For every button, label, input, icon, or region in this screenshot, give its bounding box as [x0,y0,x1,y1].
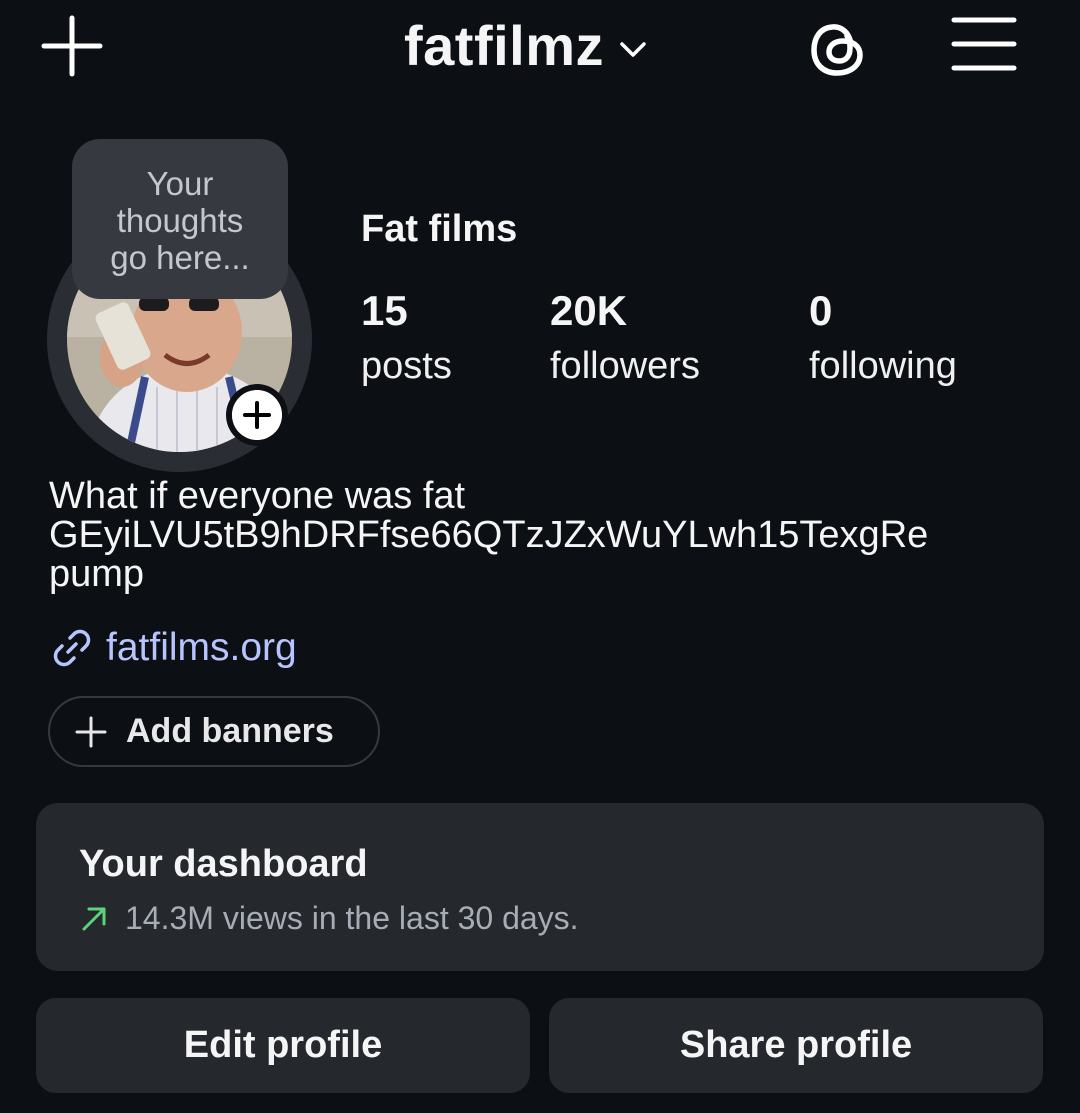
stat-value: 20K [550,287,628,334]
top-bar: fatfilmz [0,0,1080,100]
website-link-text: fatfilms.org [106,626,297,669]
bio-line: GEyiLVU5tB9hDRFfse66QTzJZxWuYLwh15TexgRe [49,514,929,556]
note-bubble[interactable]: Your thoughts go here... [72,139,288,299]
bio: What if everyone was fat GEyiLVU5tB9hDRF… [49,477,928,594]
stat-value: 15 [361,287,408,334]
note-text: Your [146,165,214,202]
display-name: Fat films [361,208,518,250]
dashboard-card[interactable]: Your dashboard 14.3M views in the last 3… [36,803,1044,971]
add-story-button[interactable] [226,384,288,446]
plus-icon [232,390,282,440]
chevron-down-icon [620,42,646,57]
stat-label: following [809,345,957,387]
note-text: go here... [110,239,250,276]
edit-profile-button[interactable]: Edit profile [36,998,530,1093]
add-banners-button[interactable]: Add banners [48,696,380,767]
threads-icon[interactable] [805,16,871,82]
add-banners-label: Add banners [126,712,334,750]
bio-line: pump [49,553,145,595]
plus-icon[interactable] [40,14,104,78]
plus-icon [75,716,107,747]
stat-value: 0 [809,287,833,334]
link-icon [53,629,91,667]
dashboard-subtitle: 14.3M views in the last 30 days. [125,900,579,936]
stat-posts[interactable]: 15 posts [361,285,452,395]
username: fatfilmz [404,14,604,77]
stat-label: posts [361,345,452,387]
bio-line: What if everyone was fat [49,475,466,517]
stat-followers[interactable]: 20K followers [550,285,700,395]
share-profile-button[interactable]: Share profile [549,998,1043,1093]
dashboard-stats: 14.3M views in the last 30 days. [79,900,579,937]
account-switcher[interactable]: fatfilmz [404,6,648,86]
dashboard-title: Your dashboard [79,843,368,885]
stat-label: followers [550,345,700,387]
trend-up-icon [82,907,106,930]
note-text: thoughts [116,202,244,239]
stat-following[interactable]: 0 following [809,285,957,395]
hamburger-menu-icon[interactable] [950,14,1018,74]
profile-page: fatfilmz Your thoughts go here... Fat fi… [0,0,1080,1113]
website-link[interactable]: fatfilms.org [48,624,297,672]
